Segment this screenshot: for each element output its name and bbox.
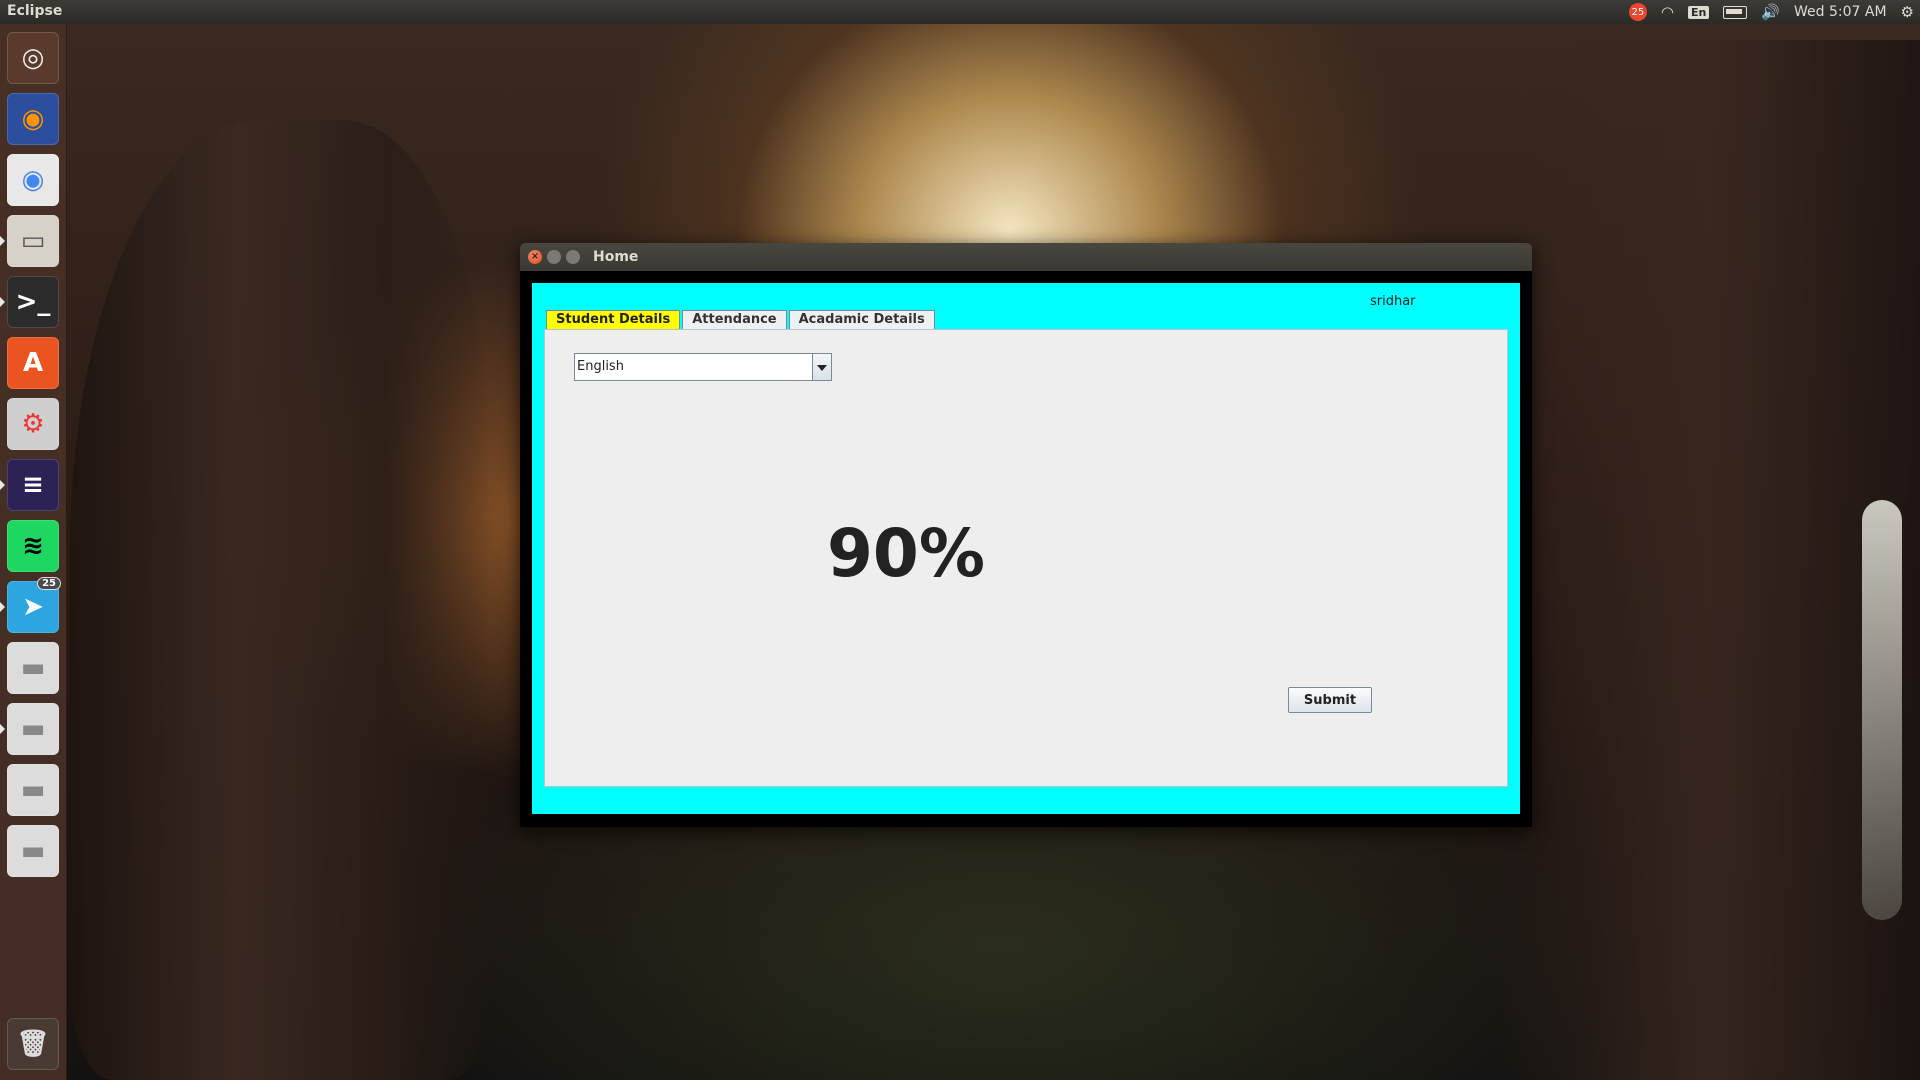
subject-dropdown[interactable]: English: [574, 353, 832, 381]
window-title: Home: [593, 249, 639, 265]
running-indicator: [0, 602, 5, 612]
launcher-telegram-icon[interactable]: ➤ 25: [7, 577, 61, 633]
launcher-ubuntu-dash-icon[interactable]: ◎: [7, 32, 59, 84]
launcher-drive-3-icon[interactable]: ▬: [7, 764, 59, 816]
active-app-name: Eclipse: [7, 3, 63, 19]
launcher-chrome-icon[interactable]: ◉: [7, 154, 59, 206]
running-indicator: [0, 236, 5, 246]
clock[interactable]: Wed 5:07 AM: [1794, 4, 1887, 20]
notification-icon[interactable]: 25: [1628, 3, 1647, 21]
launcher-drive-4-icon[interactable]: ▬: [7, 825, 59, 877]
home-window: × Home sridhar Student Details Attendanc…: [520, 243, 1532, 827]
running-indicator: [0, 480, 5, 490]
wifi-icon[interactable]: ◠: [1661, 3, 1674, 21]
running-indicator: [0, 724, 5, 734]
launcher-badge: 25: [37, 577, 61, 590]
system-tray: 25 ◠ En 🔊 Wed 5:07 AM ⚙: [1628, 2, 1914, 22]
launcher-files-icon[interactable]: ▭: [7, 215, 59, 267]
subject-dropdown-value: English: [577, 359, 624, 374]
launcher-spotify-icon[interactable]: ≋: [7, 520, 59, 572]
running-indicator: [0, 297, 5, 307]
wallpaper-tree-right: [1500, 40, 1920, 1080]
top-panel: Eclipse 25 ◠ En 🔊 Wed 5:07 AM ⚙: [0, 0, 1920, 24]
volume-icon[interactable]: 🔊: [1761, 3, 1780, 21]
launcher-drive-2-icon[interactable]: ▬: [7, 703, 59, 755]
minimize-icon[interactable]: [547, 250, 561, 264]
settings-gear-icon[interactable]: ⚙: [1901, 3, 1914, 21]
launcher-eclipse-icon[interactable]: ≡: [7, 459, 59, 511]
launcher-system-settings-icon[interactable]: ⚙: [7, 398, 59, 450]
launcher-firefox-icon[interactable]: ◉: [7, 93, 59, 145]
tab-bar: Student Details Attendance Acadamic Deta…: [546, 310, 937, 329]
launcher-software-center-icon[interactable]: A: [7, 337, 59, 389]
window-content: sridhar Student Details Attendance Acada…: [532, 283, 1520, 814]
close-icon[interactable]: ×: [528, 250, 542, 264]
wallpaper-tree-left: [70, 120, 490, 1080]
chevron-down-icon[interactable]: [812, 354, 831, 380]
tab-attendance[interactable]: Attendance: [682, 310, 787, 329]
submit-button[interactable]: Submit: [1288, 687, 1372, 713]
launcher-trash-icon[interactable]: 🗑: [7, 1018, 59, 1070]
tab-student-details[interactable]: Student Details: [546, 310, 681, 329]
wallpaper-waterfall: [1862, 500, 1902, 920]
unity-launcher: ◎ ◉ ◉ ▭ >_ A ⚙ ≡ ≋ ➤ 25 ▬ ▬ ▬ ▬ 🗑: [0, 24, 67, 1080]
window-titlebar[interactable]: × Home: [520, 243, 1532, 271]
keyboard-layout-icon[interactable]: En: [1687, 5, 1710, 19]
battery-icon[interactable]: [1723, 5, 1748, 19]
attendance-percentage: 90%: [827, 515, 985, 592]
maximize-icon[interactable]: [566, 250, 580, 264]
tab-acadamic-details[interactable]: Acadamic Details: [788, 310, 935, 329]
username-label: sridhar: [1370, 294, 1416, 309]
launcher-drive-1-icon[interactable]: ▬: [7, 642, 59, 694]
launcher-terminal-icon[interactable]: >_: [7, 276, 59, 328]
tab-panel: English 90% Submit: [544, 329, 1508, 787]
